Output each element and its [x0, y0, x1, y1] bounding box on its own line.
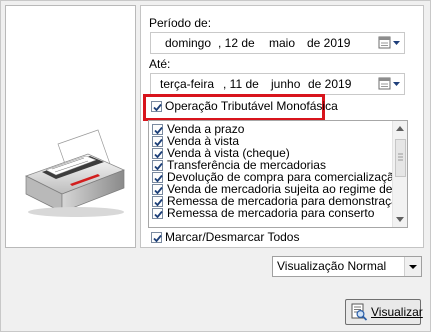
end-date-month[interactable]: junho	[271, 77, 300, 91]
chevron-down-icon	[409, 265, 417, 269]
checkmark-icon	[154, 198, 163, 207]
checkmark-icon	[154, 174, 163, 183]
calendar-icon[interactable]	[378, 35, 402, 50]
checkmark-icon	[154, 150, 163, 159]
end-date-label: Até:	[149, 57, 171, 71]
list-item-checkbox[interactable]	[152, 148, 163, 159]
list-item-checkbox[interactable]	[152, 160, 163, 171]
visualizar-label: Visualizar	[371, 305, 423, 319]
start-date-label: Período de:	[149, 16, 212, 30]
view-mode-select[interactable]: Visualização Normal	[272, 256, 422, 277]
end-date-picker[interactable]: terça-feira , 11 de junho de 2019	[150, 73, 405, 95]
grip-icon	[398, 153, 403, 161]
checkmark-icon	[154, 126, 163, 135]
end-date-year[interactable]: de 2019	[308, 77, 351, 91]
monofasica-checkbox[interactable]	[151, 101, 162, 112]
checkmark-icon	[154, 186, 163, 195]
list-item-label: Remessa de mercadoria para conserto	[167, 206, 375, 220]
visualizar-button[interactable]: Visualizar	[345, 299, 423, 325]
list-item-checkbox[interactable]	[152, 196, 163, 207]
list-item-checkbox[interactable]	[152, 208, 163, 219]
checkmark-icon	[154, 210, 163, 219]
view-mode-value[interactable]: Visualização Normal	[277, 259, 386, 273]
start-date-weekday[interactable]: domingo	[165, 36, 211, 50]
calendar-icon[interactable]	[378, 76, 402, 91]
toggle-all-label[interactable]: Marcar/Desmarcar Todos	[165, 230, 299, 244]
operations-list[interactable]: Venda a prazo Venda à vista Venda à vist…	[148, 120, 408, 228]
list-item-checkbox[interactable]	[152, 136, 163, 147]
checkmark-icon	[154, 138, 163, 147]
start-date-day[interactable]: , 12 de	[218, 36, 255, 50]
list-item-checkbox[interactable]	[152, 184, 163, 195]
list-scrollbar[interactable]	[392, 121, 407, 227]
checkmark-icon	[154, 162, 163, 171]
start-date-month[interactable]: maio	[269, 36, 295, 50]
visualizar-text: Visualizar	[371, 305, 423, 319]
checkmark-icon	[153, 234, 162, 243]
end-date-weekday[interactable]: terça-feira	[160, 77, 214, 91]
monofasica-label[interactable]: Operação Tributável Monofásica	[165, 99, 338, 113]
toggle-all-checkbox[interactable]	[151, 232, 162, 243]
scroll-thumb[interactable]	[395, 139, 406, 177]
end-date-day[interactable]: , 11 de	[223, 77, 259, 91]
checkmark-icon	[153, 103, 162, 112]
preview-document-icon	[351, 303, 368, 321]
start-date-year[interactable]: de 2019	[307, 36, 350, 50]
start-date-picker[interactable]: domingo , 12 de maio de 2019	[150, 32, 405, 54]
scroll-up-icon[interactable]	[396, 126, 404, 131]
scroll-down-icon[interactable]	[396, 217, 404, 222]
list-item-checkbox[interactable]	[152, 172, 163, 183]
printer-image-panel	[5, 5, 136, 248]
printer-icon	[25, 129, 125, 217]
list-item-checkbox[interactable]	[152, 124, 163, 135]
view-mode-dropdown-button[interactable]	[404, 257, 421, 276]
